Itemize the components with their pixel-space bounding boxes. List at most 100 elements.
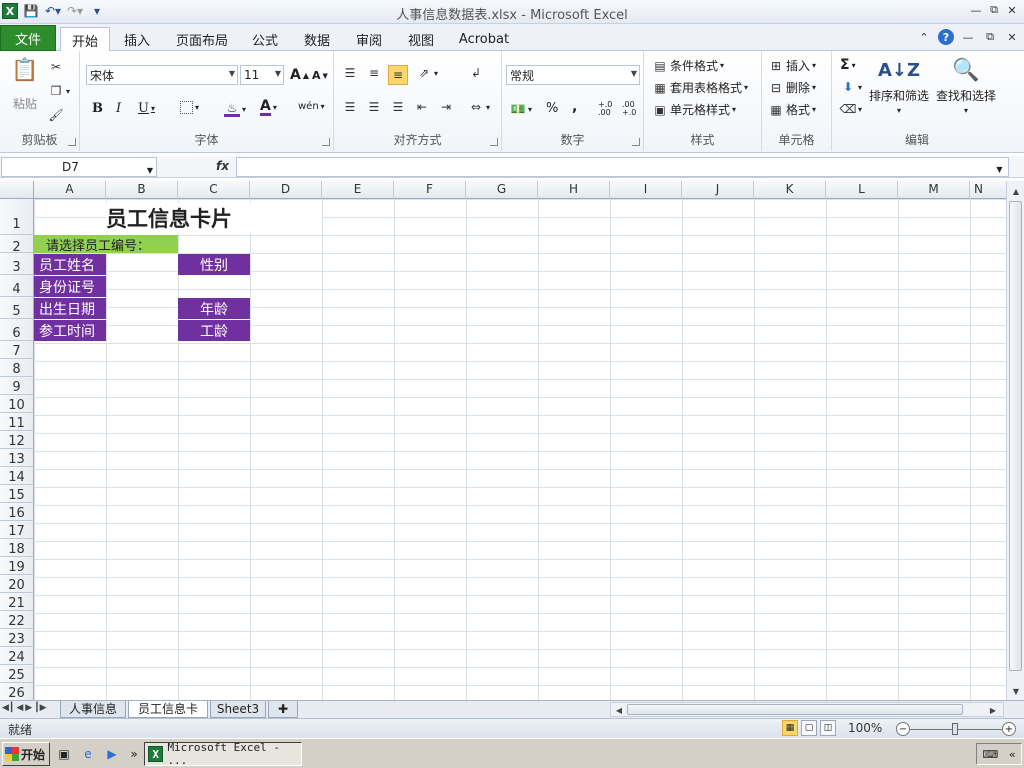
horizontal-scrollbar[interactable]: ◀ ▶: [610, 702, 1004, 717]
tenure-label-cell[interactable]: 工龄: [178, 320, 250, 341]
excel-taskbar-button[interactable]: X Microsoft Excel - ...: [144, 741, 302, 767]
scroll-down-icon[interactable]: ▼: [1008, 683, 1024, 699]
decrease-decimal-button[interactable]: .00 +.0: [622, 101, 640, 117]
tab-page-layout[interactable]: 页面布局: [170, 27, 234, 51]
page-layout-view-icon[interactable]: ▢: [801, 720, 817, 736]
ie-browser-icon[interactable]: e: [80, 746, 96, 762]
row-header[interactable]: 11: [0, 413, 34, 431]
row-header[interactable]: 12: [0, 431, 34, 449]
font-launcher-icon[interactable]: [322, 138, 330, 146]
save-icon[interactable]: 💾: [22, 2, 40, 20]
delete-cells-button[interactable]: ⊟ 删除 ▾: [768, 79, 816, 96]
column-header[interactable]: F: [394, 181, 466, 199]
row-header[interactable]: 14: [0, 467, 34, 485]
column-header[interactable]: L: [826, 181, 898, 199]
alignment-launcher-icon[interactable]: [490, 138, 498, 146]
align-top-button[interactable]: ☰: [342, 65, 358, 81]
autosum-button[interactable]: Σ ▾: [840, 57, 856, 73]
scroll-right-icon[interactable]: ▶: [985, 702, 1001, 718]
font-size-combo[interactable]: 11 ▼: [240, 65, 284, 85]
align-bottom-button[interactable]: ≡: [388, 65, 408, 85]
start-button[interactable]: 开始: [2, 742, 50, 766]
tab-acrobat[interactable]: Acrobat: [452, 27, 516, 51]
normal-view-icon[interactable]: ▦: [782, 720, 798, 736]
borders-button[interactable]: ▾: [180, 101, 199, 114]
row-header[interactable]: 21: [0, 593, 34, 611]
row-header[interactable]: 19: [0, 557, 34, 575]
last-sheet-icon[interactable]: ┃▶: [34, 703, 46, 713]
align-right-button[interactable]: ☰: [390, 99, 406, 115]
excel-logo-icon[interactable]: X: [2, 3, 18, 19]
birth-date-label-cell[interactable]: 出生日期: [34, 298, 106, 319]
tab-data[interactable]: 数据: [296, 27, 338, 51]
format-as-table-button[interactable]: ▦ 套用表格格式 ▾: [652, 79, 748, 96]
tab-review[interactable]: 审阅: [348, 27, 390, 51]
minimize-icon[interactable]: —: [968, 2, 984, 18]
join-date-label-cell[interactable]: 参工时间: [34, 320, 106, 341]
new-sheet-icon[interactable]: ✚: [268, 701, 298, 718]
tab-insert[interactable]: 插入: [116, 27, 158, 51]
row-header[interactable]: 4: [0, 275, 34, 297]
column-header[interactable]: D: [250, 181, 322, 199]
align-center-button[interactable]: ☰: [366, 99, 382, 115]
paste-button[interactable]: 📋 粘贴: [6, 55, 44, 112]
bold-button[interactable]: B: [92, 101, 103, 116]
scroll-up-icon[interactable]: ▲: [1008, 183, 1024, 199]
column-header[interactable]: I: [610, 181, 682, 199]
underline-button[interactable]: U ▾: [138, 101, 155, 116]
row-header[interactable]: 7: [0, 341, 34, 359]
align-middle-button[interactable]: ≡: [366, 65, 382, 81]
age-label-cell[interactable]: 年龄: [178, 298, 250, 319]
number-format-combo[interactable]: 常规 ▼: [506, 65, 640, 85]
doc-restore-icon[interactable]: ⧉: [982, 29, 998, 45]
tab-home[interactable]: 开始: [60, 27, 110, 52]
percent-button[interactable]: %: [546, 101, 558, 116]
insert-function-button[interactable]: fx: [216, 159, 229, 173]
comma-button[interactable]: ,: [572, 99, 577, 115]
tab-formulas[interactable]: 公式: [244, 27, 286, 51]
format-cells-button[interactable]: ▦ 格式 ▾: [768, 101, 816, 118]
row-header[interactable]: 23: [0, 629, 34, 647]
row-header[interactable]: 9: [0, 377, 34, 395]
grow-font-button[interactable]: A ▲: [290, 67, 309, 83]
column-header[interactable]: B: [106, 181, 178, 199]
media-player-icon[interactable]: ▶: [104, 746, 120, 762]
redo-icon[interactable]: ↷▾: [66, 2, 84, 20]
tray-expand-chevron[interactable]: «: [1009, 748, 1016, 761]
collapse-ribbon-icon[interactable]: ⌃: [916, 29, 932, 45]
scroll-left-icon[interactable]: ◀: [611, 702, 627, 718]
row-header[interactable]: 2: [0, 235, 34, 255]
doc-minimize-icon[interactable]: —: [960, 29, 976, 45]
row-header[interactable]: 5: [0, 297, 34, 319]
cut-button[interactable]: ✂: [48, 59, 64, 75]
column-header[interactable]: H: [538, 181, 610, 199]
select-employee-prompt-cell[interactable]: 请选择员工编号：: [34, 235, 178, 253]
cell-styles-button[interactable]: ▣ 单元格样式 ▾: [652, 101, 736, 118]
customize-qat-icon[interactable]: ▾: [88, 2, 106, 20]
row-header[interactable]: 20: [0, 575, 34, 593]
find-select-button[interactable]: 🔍 查找和选择 ▾: [934, 55, 998, 116]
worksheet-grid[interactable]: A B C D E F G H I J K L M N 1 2 3 4 5 6 …: [0, 181, 1006, 701]
accounting-format-button[interactable]: 💵 ▾: [510, 101, 533, 117]
fill-button[interactable]: ⬇ ▾: [840, 79, 862, 95]
phonetic-button[interactable]: wén ▾: [298, 101, 325, 112]
copy-button[interactable]: ❐ ▾: [48, 83, 70, 99]
show-desktop-icon[interactable]: ▣: [56, 746, 72, 762]
row-header[interactable]: 6: [0, 319, 34, 341]
clear-button[interactable]: ⌫ ▾: [840, 101, 863, 117]
format-painter-button[interactable]: 🖌: [48, 107, 64, 123]
column-header[interactable]: M: [898, 181, 970, 199]
row-header[interactable]: 17: [0, 521, 34, 539]
sort-filter-button[interactable]: A↓Z 排序和筛选 ▾: [868, 55, 930, 116]
decrease-indent-button[interactable]: ⇤: [414, 99, 430, 115]
doc-close-icon[interactable]: ✕: [1004, 29, 1020, 45]
name-box[interactable]: D7 ▼: [1, 157, 157, 177]
row-header[interactable]: 13: [0, 449, 34, 467]
align-left-button[interactable]: ☰: [342, 99, 358, 115]
zoom-level[interactable]: 100%: [848, 721, 882, 735]
help-icon[interactable]: ?: [938, 29, 954, 45]
shrink-font-button[interactable]: A ▼: [312, 69, 328, 82]
wrap-text-button[interactable]: ↲: [468, 65, 484, 81]
merge-center-button[interactable]: ⇔ ▾: [468, 99, 490, 115]
keyboard-icon[interactable]: ⌨: [982, 748, 998, 761]
